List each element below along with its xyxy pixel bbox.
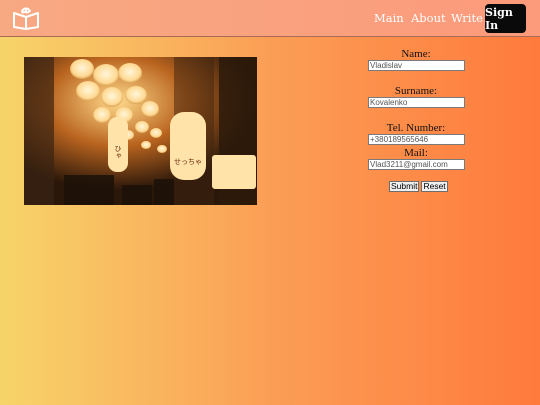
form-buttons: Submit Reset — [389, 181, 448, 192]
mail-field[interactable] — [368, 159, 465, 170]
mail-label: Mail: — [404, 147, 428, 159]
name-label: Name: — [401, 48, 431, 60]
surname-label: Surname: — [394, 85, 438, 97]
nav-link-main[interactable]: Main — [374, 11, 404, 25]
nav-link-write[interactable]: Write — [451, 11, 483, 25]
open-book-icon[interactable] — [12, 6, 40, 30]
contact-form: Name: Surname: Tel. Number: Mail: — [366, 48, 466, 170]
lantern-photo-illustration: ひゃ せっちゃ — [24, 57, 257, 205]
sign-in-button[interactable]: Sign In — [485, 4, 526, 33]
reset-button[interactable]: Reset — [421, 181, 448, 192]
submit-button[interactable]: Submit — [389, 181, 420, 192]
name-field[interactable] — [368, 60, 465, 71]
tel-number-field[interactable] — [368, 134, 465, 145]
lantern-alley-photo: ひゃ せっちゃ — [24, 57, 257, 205]
surname-field[interactable] — [368, 97, 465, 108]
lantern-text-2: せっちゃ — [174, 158, 202, 166]
tel-number-label: Tel. Number: — [386, 122, 446, 134]
lantern-text-1: ひゃ — [114, 145, 122, 159]
nav-link-about[interactable]: About — [411, 11, 446, 25]
top-navbar: Main About Write Sign In — [0, 0, 540, 37]
